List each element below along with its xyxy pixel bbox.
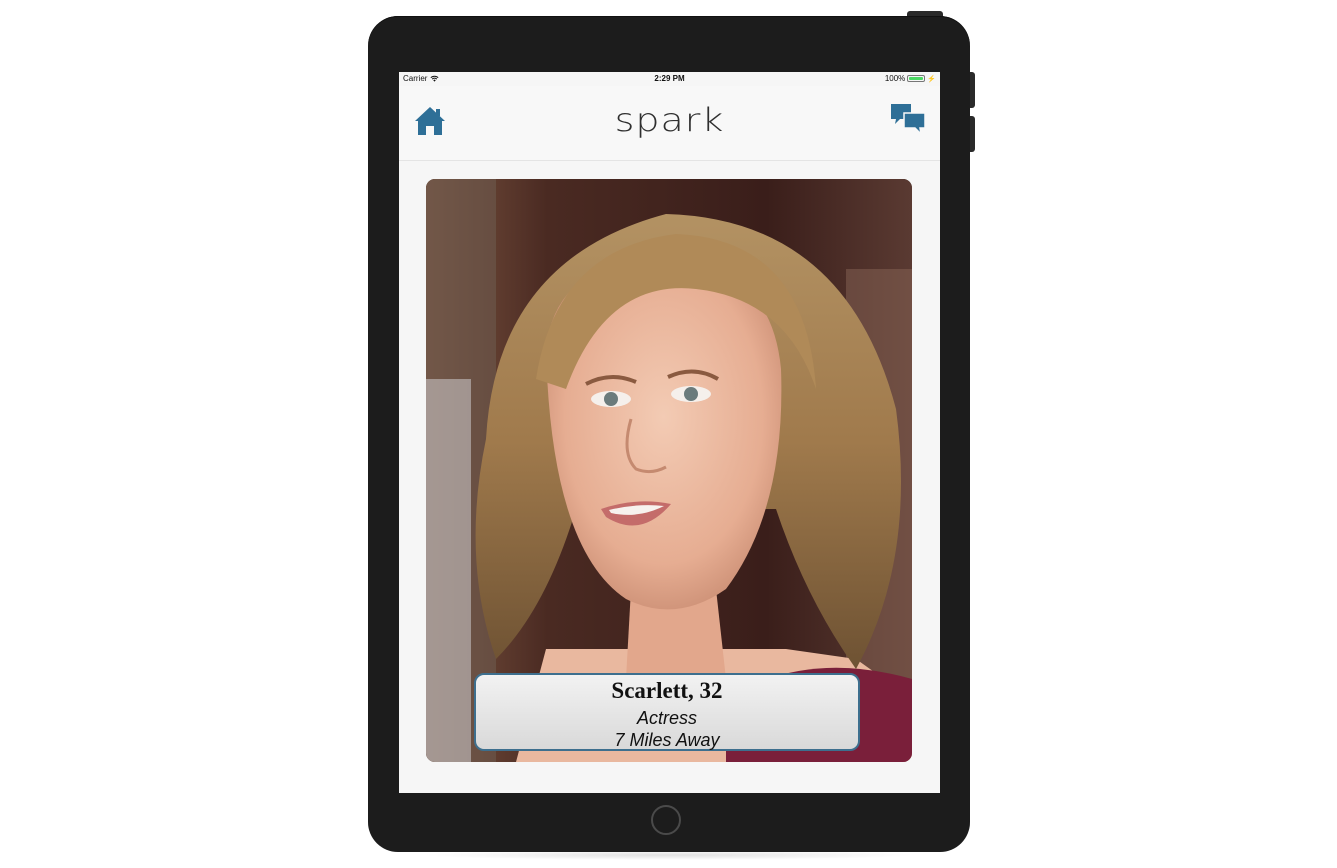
status-battery: 100% ⚡ — [885, 74, 936, 83]
profile-name-age: Scarlett, 32 — [611, 678, 723, 703]
nav-bar: spark — [399, 86, 940, 161]
profile-occupation: Actress — [636, 708, 697, 728]
device-shadow — [420, 850, 918, 860]
status-time: 2:29 PM — [654, 74, 685, 83]
device-home-button[interactable] — [651, 805, 681, 835]
profile-card[interactable]: Scarlett, 32 Actress 7 Miles Away — [426, 179, 912, 762]
app-screen: Carrier 2:29 PM 100% ⚡ spark Scarlett, 3… — [399, 72, 940, 793]
battery-level — [909, 77, 924, 80]
charging-icon: ⚡ — [927, 75, 936, 83]
battery-icon — [907, 75, 926, 82]
profile-distance: 7 Miles Away — [614, 730, 720, 750]
status-bar: Carrier 2:29 PM 100% ⚡ — [399, 72, 940, 86]
app-title: spark — [614, 101, 725, 139]
stage: Carrier 2:29 PM 100% ⚡ spark Scarlett, 3… — [0, 0, 1337, 868]
profile-info-box: Scarlett, 32 Actress 7 Miles Away — [474, 673, 860, 751]
battery-percent: 100% — [884, 74, 906, 83]
chat-bubbles-icon[interactable] — [889, 102, 927, 138]
